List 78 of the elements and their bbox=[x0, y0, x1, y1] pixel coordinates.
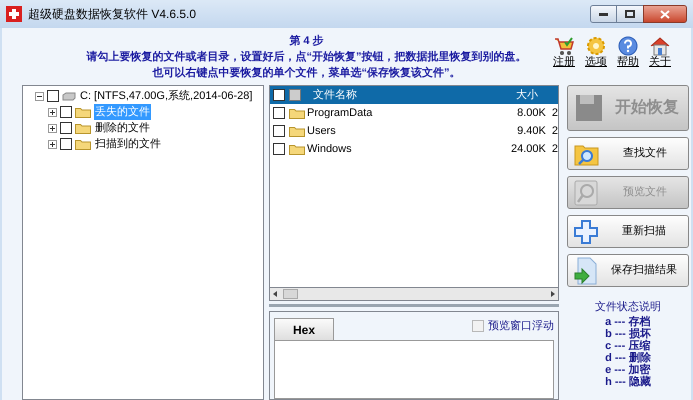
table-cell-text: 2 bbox=[552, 124, 558, 139]
plus-icon bbox=[574, 220, 598, 244]
legend-item: d --- 删除 bbox=[605, 352, 651, 364]
checkbox[interactable] bbox=[47, 90, 59, 102]
expand-toggle[interactable] bbox=[48, 124, 57, 132]
app-icon bbox=[6, 6, 22, 22]
window-title: 超级硬盘数据恢复软件 V4.6.5.0 bbox=[28, 6, 196, 23]
instruction-text: 请勾上要恢复的文件或者目录，设置好后，点“开始恢复”按钮，把数据批里恢复到别的盘。 bbox=[86, 50, 526, 65]
toolbar-button[interactable]: 选项 bbox=[583, 36, 609, 69]
file-size: 8.00K bbox=[516, 106, 546, 121]
toolbar-button[interactable]: 注册 bbox=[551, 36, 577, 69]
horizontal-scrollbar[interactable] bbox=[269, 288, 559, 301]
checkbox[interactable] bbox=[273, 125, 285, 137]
checkbox[interactable] bbox=[60, 106, 72, 118]
float-window-label[interactable]: 预览窗口浮动 bbox=[488, 318, 554, 334]
tree-item[interactable]: 扫描到的文件 bbox=[94, 136, 162, 152]
column-icon bbox=[289, 89, 301, 101]
checkbox[interactable] bbox=[273, 89, 285, 101]
checkbox[interactable] bbox=[273, 143, 285, 155]
file-size: 9.40K bbox=[516, 124, 546, 139]
toolbar-button[interactable]: 关于 bbox=[647, 36, 673, 69]
minus-icon bbox=[37, 94, 42, 98]
table-cell-text: 2 bbox=[552, 142, 558, 157]
tree-item[interactable]: 删除的文件 bbox=[94, 120, 151, 136]
action-button[interactable]: 保存扫描结果 bbox=[567, 254, 689, 287]
floppy-icon bbox=[574, 93, 604, 123]
maximize-button[interactable] bbox=[617, 5, 643, 23]
checkbox[interactable] bbox=[472, 320, 484, 332]
expand-toggle[interactable] bbox=[48, 140, 57, 148]
folder-icon bbox=[75, 122, 91, 134]
maximize-icon bbox=[625, 10, 635, 18]
gear-icon bbox=[585, 36, 607, 56]
folder-icon bbox=[75, 138, 91, 150]
file-name[interactable]: Windows bbox=[307, 140, 490, 158]
house-icon bbox=[649, 36, 671, 56]
checkbox[interactable] bbox=[60, 122, 72, 134]
tree-item[interactable]: C: [NTFS,47.00G,系统,2014-06-28] bbox=[79, 88, 254, 104]
minimize-button[interactable] bbox=[590, 5, 617, 23]
close-icon bbox=[660, 10, 670, 18]
column-header[interactable]: 文件名称 bbox=[313, 86, 488, 104]
legend-item: c --- 压缩 bbox=[605, 340, 651, 352]
instruction-text: 也可以右键点中要恢复的单个文件，菜单选“保存恢复该文件”。 bbox=[152, 66, 460, 81]
folder-icon bbox=[289, 107, 305, 119]
folder-icon bbox=[75, 106, 91, 118]
plus-icon bbox=[50, 126, 55, 130]
legend-item: h --- 隐藏 bbox=[605, 376, 651, 388]
legend-item: a --- 存档 bbox=[605, 316, 651, 328]
scroll-right-icon[interactable] bbox=[551, 291, 555, 297]
legend-title: 文件状态说明 bbox=[595, 300, 661, 315]
cart-icon bbox=[553, 36, 575, 56]
checkbox[interactable] bbox=[273, 107, 285, 119]
hex-tab[interactable]: Hex bbox=[274, 318, 334, 340]
folder-icon bbox=[289, 125, 305, 137]
column-header[interactable]: 大小 bbox=[488, 86, 538, 104]
action-button[interactable]: 查找文件 bbox=[567, 137, 689, 170]
plus-icon bbox=[50, 110, 55, 114]
file-name[interactable]: Users bbox=[307, 122, 490, 140]
toolbar-button[interactable]: 帮助 bbox=[615, 36, 641, 69]
folder-icon bbox=[289, 143, 305, 155]
minimize-icon bbox=[599, 12, 608, 16]
checkbox[interactable] bbox=[60, 138, 72, 150]
document-arrow-icon bbox=[574, 256, 598, 284]
file-size: 24.00K bbox=[510, 142, 546, 157]
table-cell-text: 2 bbox=[552, 106, 558, 121]
drive-icon bbox=[62, 92, 76, 100]
action-button[interactable]: 重新扫描 bbox=[567, 215, 689, 248]
expand-toggle[interactable] bbox=[48, 108, 57, 116]
close-button[interactable] bbox=[643, 5, 687, 23]
scroll-thumb[interactable] bbox=[283, 289, 298, 299]
legend-item: e --- 加密 bbox=[605, 364, 651, 376]
legend-item: b --- 损坏 bbox=[605, 328, 651, 340]
step-title: 第 4 步 bbox=[289, 34, 324, 49]
help-icon bbox=[617, 36, 639, 56]
collapse-toggle[interactable] bbox=[35, 92, 44, 100]
file-name[interactable]: ProgramData bbox=[307, 104, 490, 122]
magnifier-icon bbox=[574, 180, 600, 206]
plus-icon bbox=[50, 142, 55, 146]
scroll-left-icon[interactable] bbox=[273, 291, 277, 297]
